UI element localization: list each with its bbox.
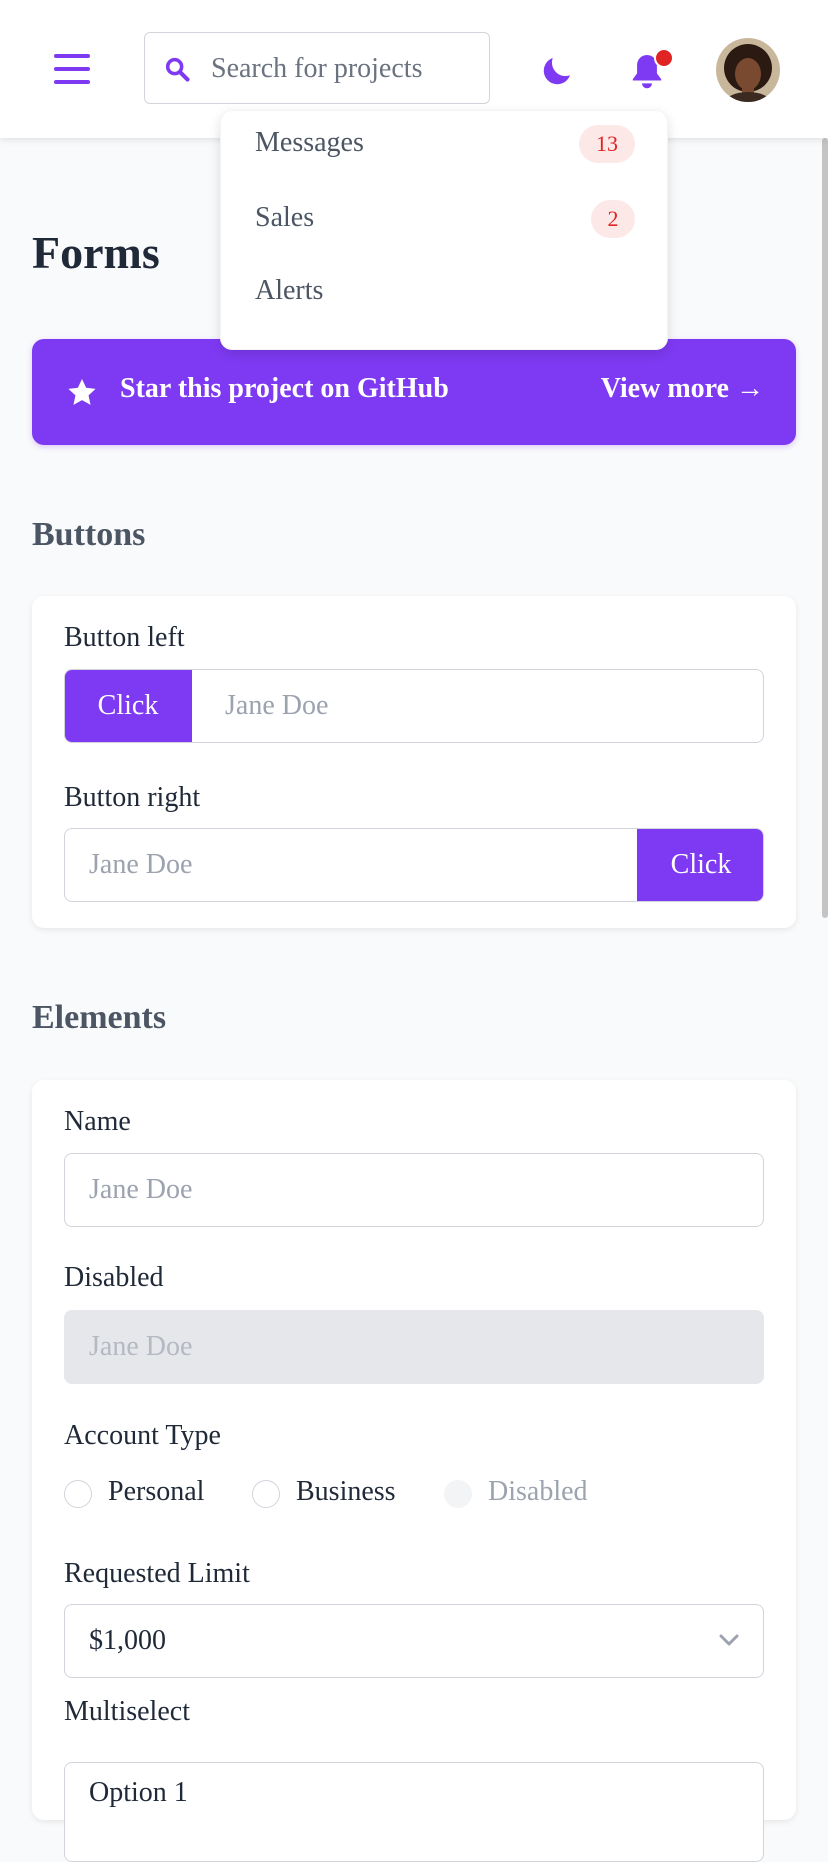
count-badge: 13 — [579, 125, 635, 163]
search-box[interactable] — [144, 32, 490, 104]
requested-limit-select[interactable]: $1,000 — [64, 1604, 764, 1678]
selected-value: $1,000 — [89, 1625, 166, 1656]
button-left-group: Click — [64, 669, 764, 743]
name-label: Name — [64, 1106, 131, 1137]
banner-text: Star this project on GitHub — [120, 373, 449, 404]
dropdown-item-label: Alerts — [255, 275, 324, 306]
menu-icon[interactable] — [54, 52, 90, 86]
radio-business[interactable] — [252, 1480, 280, 1508]
radio-disabled — [444, 1480, 472, 1508]
count-badge: 2 — [591, 200, 635, 238]
name-field[interactable] — [64, 1153, 764, 1227]
radio-personal[interactable] — [64, 1480, 92, 1508]
account-type-options: Personal Business Disabled — [64, 1476, 664, 1516]
github-banner[interactable]: Star this project on GitHub View more → — [32, 339, 796, 445]
button-left-label: Button left — [64, 622, 185, 653]
star-icon — [68, 379, 96, 405]
search-input[interactable] — [209, 43, 473, 95]
button-right-label: Button right — [64, 782, 201, 813]
click-button-right[interactable]: Click — [637, 829, 763, 901]
disabled-field — [64, 1310, 764, 1384]
button-right-input[interactable] — [65, 829, 637, 901]
multiselect[interactable]: Option 1 — [64, 1762, 764, 1862]
moon-icon[interactable] — [540, 52, 576, 88]
dropdown-item-alerts[interactable]: Alerts — [221, 261, 669, 323]
search-icon — [165, 57, 190, 82]
disabled-input — [65, 1311, 763, 1383]
notification-dot — [654, 48, 674, 68]
avatar[interactable] — [716, 38, 780, 102]
button-left-input[interactable] — [193, 670, 763, 742]
section-title-buttons: Buttons — [32, 516, 146, 553]
radio-label-business: Business — [296, 1476, 396, 1507]
dropdown-item-label: Sales — [255, 202, 315, 233]
dropdown-item-messages[interactable]: Messages 13 — [221, 113, 669, 175]
click-button-left[interactable]: Click — [65, 670, 192, 742]
radio-label-disabled: Disabled — [488, 1476, 588, 1507]
multiselect-label: Multiselect — [64, 1696, 190, 1727]
radio-label-personal: Personal — [108, 1476, 205, 1507]
requested-limit-label: Requested Limit — [64, 1558, 250, 1589]
dropdown-item-sales[interactable]: Sales 2 — [221, 188, 669, 250]
name-input[interactable] — [65, 1154, 763, 1226]
multiselect-option[interactable]: Option 1 — [89, 1777, 188, 1809]
chevron-down-icon — [719, 1634, 739, 1646]
scrollbar[interactable] — [822, 138, 828, 918]
notifications-dropdown: Messages 13 Sales 2 Alerts — [220, 110, 668, 350]
dropdown-item-label: Messages — [255, 127, 364, 158]
section-title-elements: Elements — [32, 999, 167, 1036]
avatar-image — [716, 38, 780, 102]
disabled-label: Disabled — [64, 1262, 164, 1293]
elements-card: Name Disabled Account Type Personal Busi… — [32, 1080, 796, 1862]
button-right-group: Click — [64, 828, 764, 902]
account-type-label: Account Type — [64, 1420, 221, 1451]
page-title: Forms — [32, 227, 160, 278]
view-more-link[interactable]: View more → — [601, 373, 764, 405]
buttons-card: Button left Click Button right Click — [32, 596, 796, 928]
